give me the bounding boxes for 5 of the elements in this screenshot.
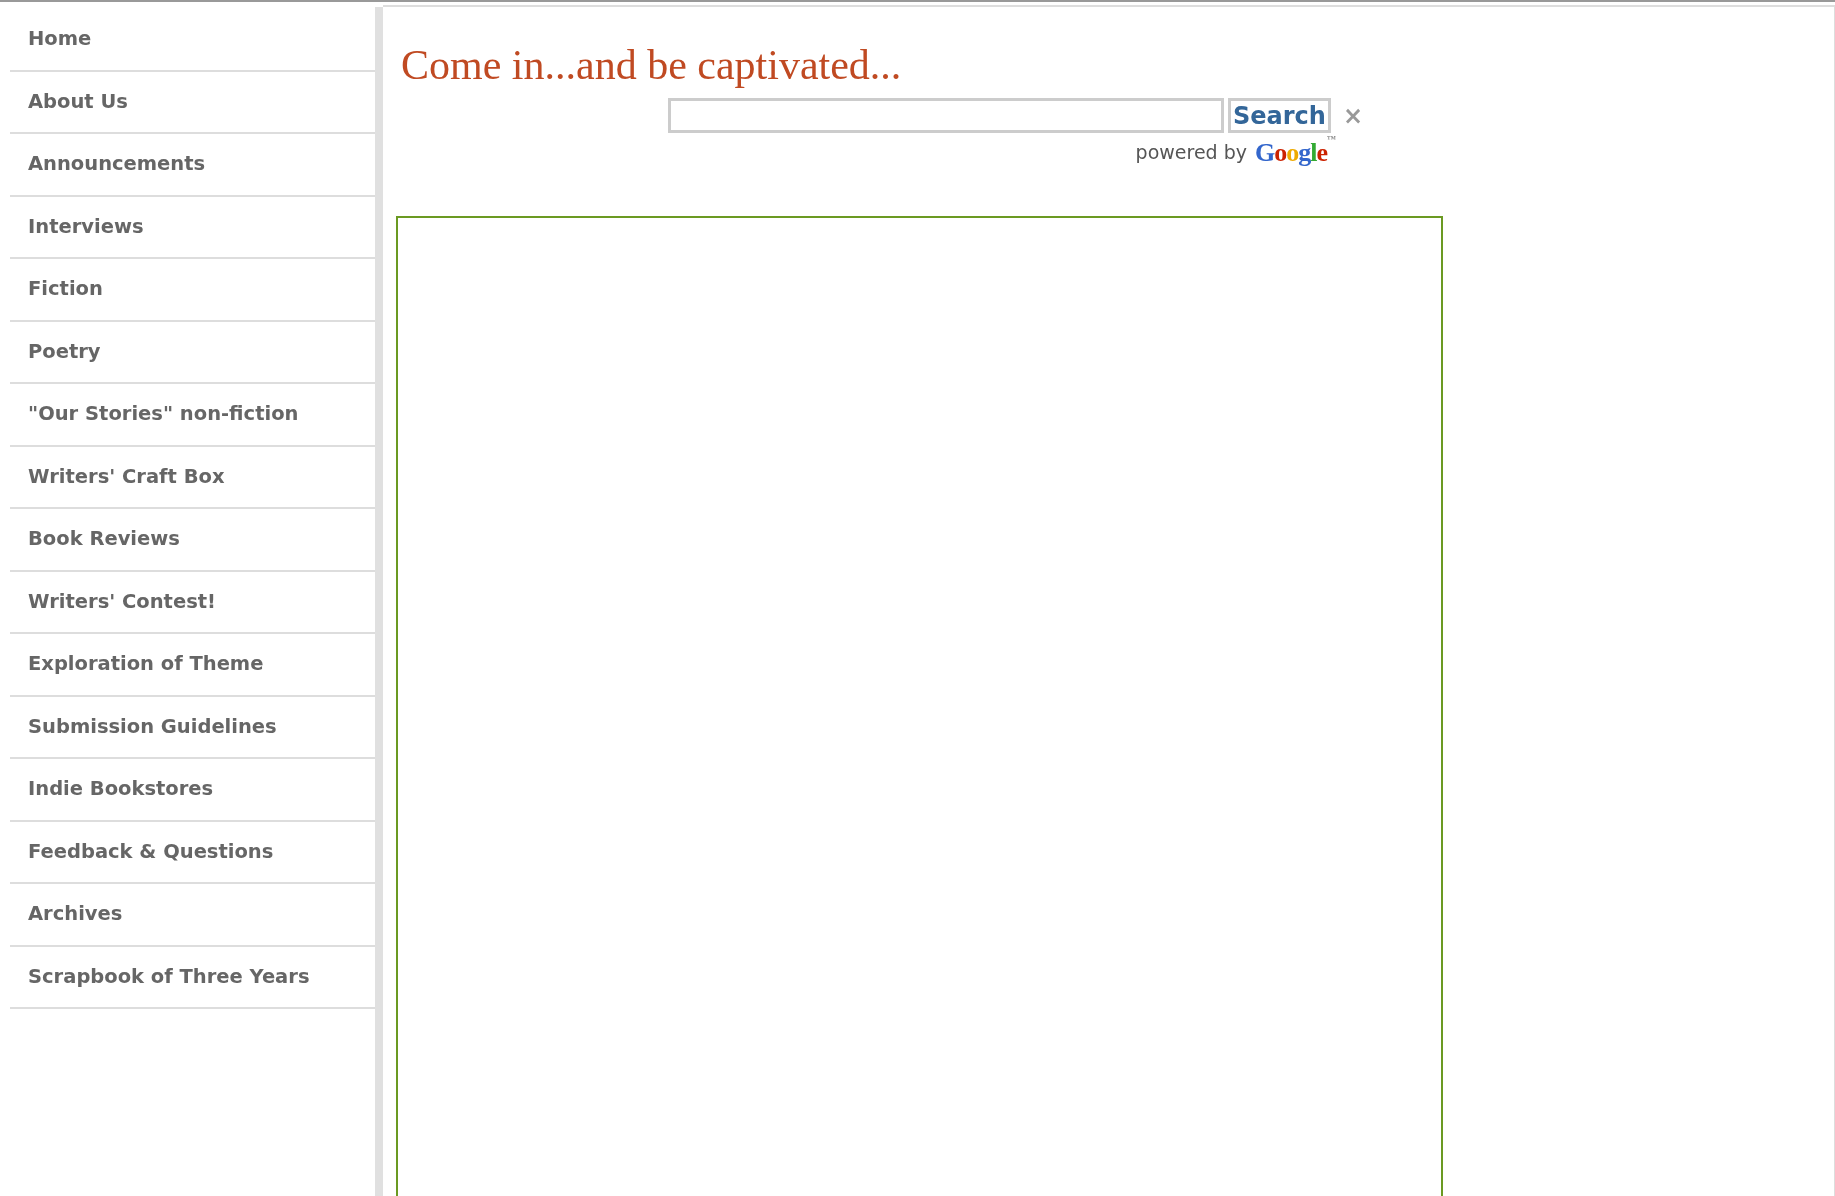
page-heading: Come in...and be captivated... [401,42,903,89]
search-field[interactable] [668,98,1224,134]
search-button[interactable]: Search [1228,98,1331,134]
google-logo: Google™ [1255,133,1335,170]
powered-by-label: powered by [1135,140,1247,166]
